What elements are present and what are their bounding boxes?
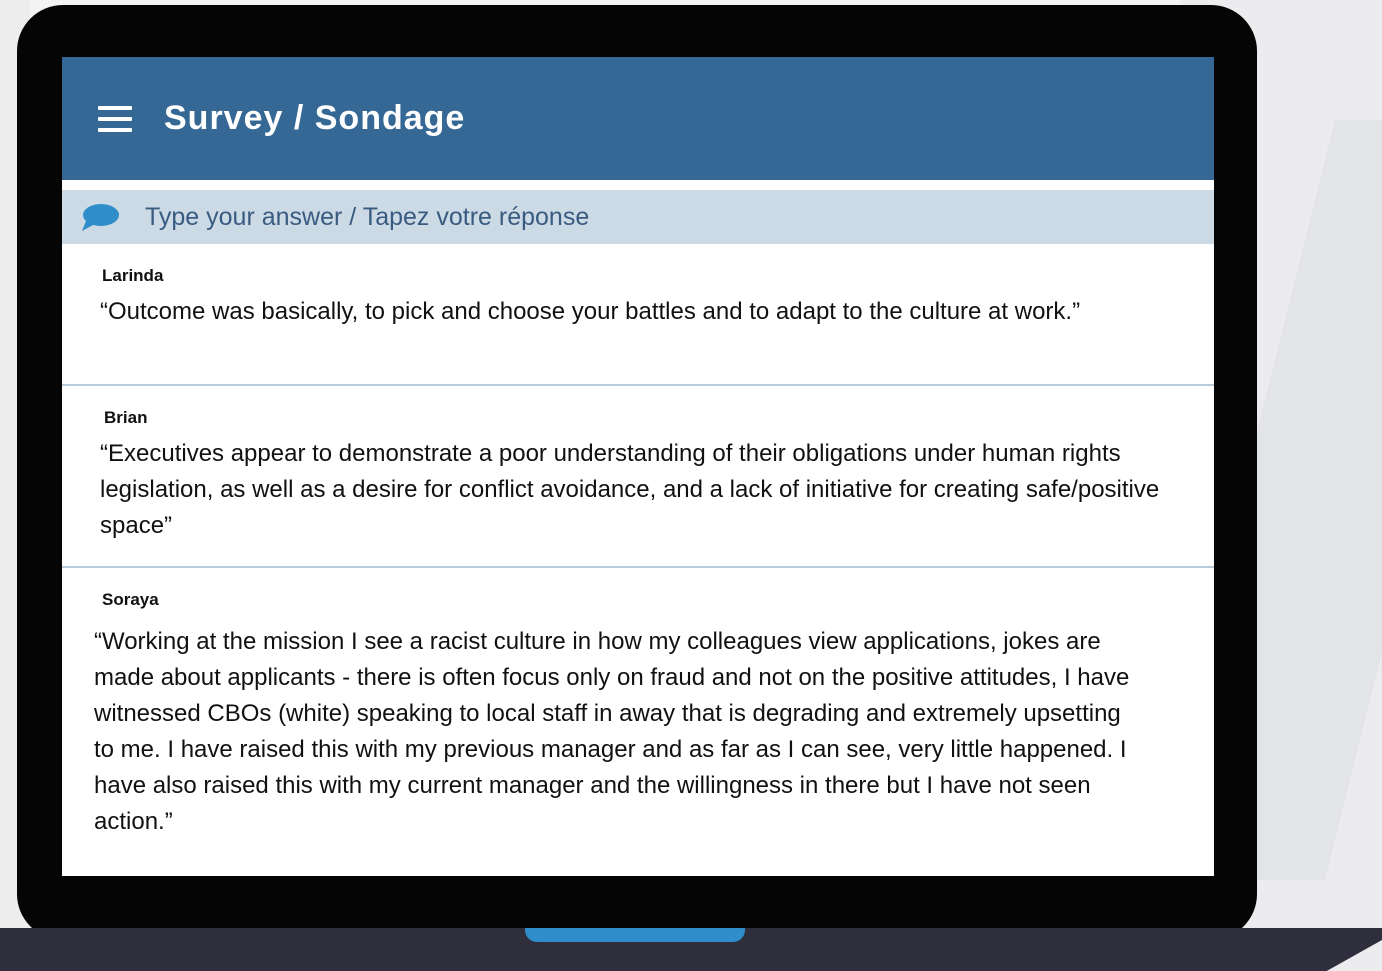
response-quote: “Outcome was basically, to pick and choo… [100, 298, 1081, 325]
page-title: Survey / Sondage [164, 99, 466, 137]
response-item: Larinda “Outcome was basically, to pick … [62, 244, 1214, 386]
response-quote: “Executives appear to demonstrate a poor… [100, 440, 1160, 539]
respondent-name: Brian [104, 408, 148, 427]
hamburger-line [98, 127, 132, 132]
laptop-screen: Survey / Sondage Type your answer / Tape… [62, 57, 1214, 876]
speech-bubble-icon [82, 204, 119, 231]
response-item: Soraya “Working at the mission I see a r… [62, 568, 1214, 876]
answer-input[interactable]: Type your answer / Tapez votre réponse [62, 190, 1214, 244]
response-quote: “Working at the mission I see a racist c… [94, 628, 1130, 835]
hamburger-line [98, 105, 132, 110]
app-header: Survey / Sondage [62, 57, 1214, 180]
laptop-notch [525, 928, 745, 942]
slide-background: Survey / Sondage Type your answer / Tape… [0, 0, 1382, 971]
hamburger-line [98, 116, 132, 121]
hamburger-icon[interactable] [98, 105, 132, 132]
respondent-name: Soraya [102, 590, 159, 609]
response-item: Brian “Executives appear to demonstrate … [62, 386, 1214, 568]
respondent-name: Larinda [102, 266, 164, 285]
answer-placeholder: Type your answer / Tapez votre réponse [145, 202, 590, 231]
